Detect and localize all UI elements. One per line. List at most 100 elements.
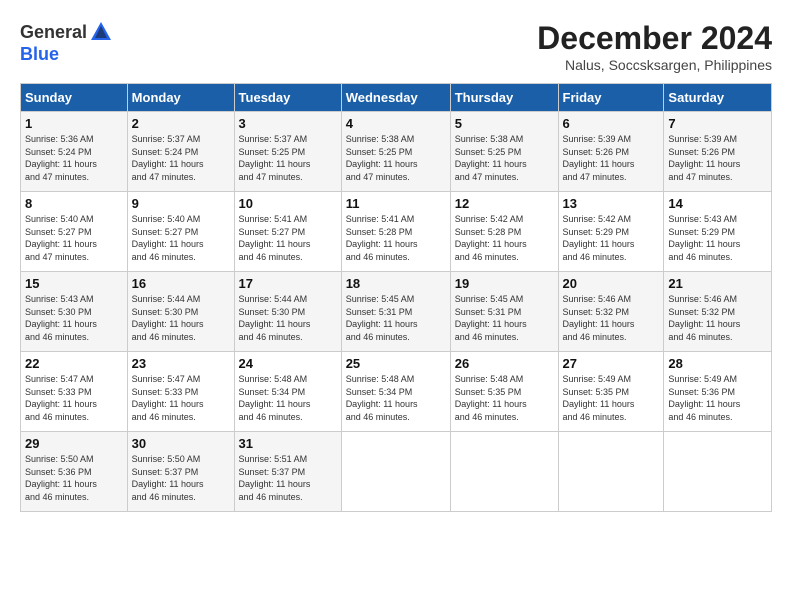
month-title: December 2024 xyxy=(537,20,772,57)
logo-general-text: General xyxy=(20,22,87,43)
week-row-4: 22Sunrise: 5:47 AMSunset: 5:33 PMDayligh… xyxy=(21,352,772,432)
day-number: 16 xyxy=(132,276,230,291)
day-info: Sunrise: 5:45 AMSunset: 5:31 PMDaylight:… xyxy=(346,294,418,342)
day-info: Sunrise: 5:46 AMSunset: 5:32 PMDaylight:… xyxy=(668,294,740,342)
day-number: 27 xyxy=(563,356,660,371)
weekday-header-sunday: Sunday xyxy=(21,84,128,112)
day-info: Sunrise: 5:44 AMSunset: 5:30 PMDaylight:… xyxy=(132,294,204,342)
day-info: Sunrise: 5:45 AMSunset: 5:31 PMDaylight:… xyxy=(455,294,527,342)
day-info: Sunrise: 5:38 AMSunset: 5:25 PMDaylight:… xyxy=(346,134,418,182)
weekday-header-thursday: Thursday xyxy=(450,84,558,112)
day-cell: 31 Sunrise: 5:51 AMSunset: 5:37 PMDayligh… xyxy=(234,432,341,512)
day-cell: 20 Sunrise: 5:46 AMSunset: 5:32 PMDayligh… xyxy=(558,272,664,352)
day-info: Sunrise: 5:48 AMSunset: 5:34 PMDaylight:… xyxy=(346,374,418,422)
day-cell: 30 Sunrise: 5:50 AMSunset: 5:37 PMDayligh… xyxy=(127,432,234,512)
day-info: Sunrise: 5:39 AMSunset: 5:26 PMDaylight:… xyxy=(563,134,635,182)
day-number: 4 xyxy=(346,116,446,131)
day-info: Sunrise: 5:46 AMSunset: 5:32 PMDaylight:… xyxy=(563,294,635,342)
day-number: 23 xyxy=(132,356,230,371)
weekday-header-monday: Monday xyxy=(127,84,234,112)
day-cell: 25 Sunrise: 5:48 AMSunset: 5:34 PMDayligh… xyxy=(341,352,450,432)
day-number: 12 xyxy=(455,196,554,211)
day-number: 19 xyxy=(455,276,554,291)
day-cell: 11 Sunrise: 5:41 AMSunset: 5:28 PMDayligh… xyxy=(341,192,450,272)
day-info: Sunrise: 5:40 AMSunset: 5:27 PMDaylight:… xyxy=(132,214,204,262)
day-info: Sunrise: 5:48 AMSunset: 5:34 PMDaylight:… xyxy=(239,374,311,422)
day-number: 30 xyxy=(132,436,230,451)
weekday-header-friday: Friday xyxy=(558,84,664,112)
day-cell xyxy=(558,432,664,512)
day-info: Sunrise: 5:44 AMSunset: 5:30 PMDaylight:… xyxy=(239,294,311,342)
day-number: 10 xyxy=(239,196,337,211)
day-number: 9 xyxy=(132,196,230,211)
day-info: Sunrise: 5:43 AMSunset: 5:29 PMDaylight:… xyxy=(668,214,740,262)
day-cell: 5Sunrise: 5:38 AMSunset: 5:25 PMDaylight… xyxy=(450,112,558,192)
day-info: Sunrise: 5:40 AMSunset: 5:27 PMDaylight:… xyxy=(25,214,97,262)
day-number: 31 xyxy=(239,436,337,451)
day-cell xyxy=(450,432,558,512)
day-cell: 2Sunrise: 5:37 AMSunset: 5:24 PMDaylight… xyxy=(127,112,234,192)
day-cell: 13 Sunrise: 5:42 AMSunset: 5:29 PMDayligh… xyxy=(558,192,664,272)
weekday-header-wednesday: Wednesday xyxy=(341,84,450,112)
header: General Blue December 2024 Nalus, Soccsk… xyxy=(20,20,772,73)
day-number: 13 xyxy=(563,196,660,211)
weekday-header-row: SundayMondayTuesdayWednesdayThursdayFrid… xyxy=(21,84,772,112)
day-info: Sunrise: 5:41 AMSunset: 5:27 PMDaylight:… xyxy=(239,214,311,262)
day-info: Sunrise: 5:37 AMSunset: 5:24 PMDaylight:… xyxy=(132,134,204,182)
logo-blue-text: Blue xyxy=(20,44,59,65)
day-info: Sunrise: 5:48 AMSunset: 5:35 PMDaylight:… xyxy=(455,374,527,422)
day-info: Sunrise: 5:51 AMSunset: 5:37 PMDaylight:… xyxy=(239,454,311,502)
day-info: Sunrise: 5:38 AMSunset: 5:25 PMDaylight:… xyxy=(455,134,527,182)
day-cell: 23Sunrise: 5:47 AMSunset: 5:33 PMDayligh… xyxy=(127,352,234,432)
week-row-3: 15 Sunrise: 5:43 AMSunset: 5:30 PMDayligh… xyxy=(21,272,772,352)
day-number: 1 xyxy=(25,116,123,131)
day-info: Sunrise: 5:41 AMSunset: 5:28 PMDaylight:… xyxy=(346,214,418,262)
day-number: 11 xyxy=(346,196,446,211)
weekday-header-tuesday: Tuesday xyxy=(234,84,341,112)
week-row-1: 1 Sunrise: 5:36 AMSunset: 5:24 PMDaylight… xyxy=(21,112,772,192)
logo: General Blue xyxy=(20,20,113,65)
day-cell: 18Sunrise: 5:45 AMSunset: 5:31 PMDayligh… xyxy=(341,272,450,352)
day-number: 25 xyxy=(346,356,446,371)
day-info: Sunrise: 5:42 AMSunset: 5:29 PMDaylight:… xyxy=(563,214,635,262)
day-cell: 9 Sunrise: 5:40 AMSunset: 5:27 PMDaylight… xyxy=(127,192,234,272)
day-cell: 29Sunrise: 5:50 AMSunset: 5:36 PMDayligh… xyxy=(21,432,128,512)
day-info: Sunrise: 5:43 AMSunset: 5:30 PMDaylight:… xyxy=(25,294,97,342)
day-info: Sunrise: 5:36 AMSunset: 5:24 PMDaylight:… xyxy=(25,134,97,182)
day-info: Sunrise: 5:50 AMSunset: 5:36 PMDaylight:… xyxy=(25,454,97,502)
week-row-5: 29Sunrise: 5:50 AMSunset: 5:36 PMDayligh… xyxy=(21,432,772,512)
day-cell: 27 Sunrise: 5:49 AMSunset: 5:35 PMDayligh… xyxy=(558,352,664,432)
day-cell: 8 Sunrise: 5:40 AMSunset: 5:27 PMDaylight… xyxy=(21,192,128,272)
day-number: 21 xyxy=(668,276,767,291)
day-number: 14 xyxy=(668,196,767,211)
day-number: 7 xyxy=(668,116,767,131)
day-cell: 4 Sunrise: 5:38 AMSunset: 5:25 PMDaylight… xyxy=(341,112,450,192)
day-cell: 6 Sunrise: 5:39 AMSunset: 5:26 PMDaylight… xyxy=(558,112,664,192)
day-info: Sunrise: 5:50 AMSunset: 5:37 PMDaylight:… xyxy=(132,454,204,502)
day-number: 8 xyxy=(25,196,123,211)
page: General Blue December 2024 Nalus, Soccsk… xyxy=(0,0,792,612)
day-info: Sunrise: 5:39 AMSunset: 5:26 PMDaylight:… xyxy=(668,134,740,182)
day-cell: 22Sunrise: 5:47 AMSunset: 5:33 PMDayligh… xyxy=(21,352,128,432)
day-cell: 15 Sunrise: 5:43 AMSunset: 5:30 PMDayligh… xyxy=(21,272,128,352)
day-cell: 12Sunrise: 5:42 AMSunset: 5:28 PMDayligh… xyxy=(450,192,558,272)
day-number: 28 xyxy=(668,356,767,371)
week-row-2: 8 Sunrise: 5:40 AMSunset: 5:27 PMDaylight… xyxy=(21,192,772,272)
day-cell: 17Sunrise: 5:44 AMSunset: 5:30 PMDayligh… xyxy=(234,272,341,352)
day-cell: 10 Sunrise: 5:41 AMSunset: 5:27 PMDayligh… xyxy=(234,192,341,272)
day-number: 15 xyxy=(25,276,123,291)
day-cell: 24 Sunrise: 5:48 AMSunset: 5:34 PMDayligh… xyxy=(234,352,341,432)
day-cell: 3Sunrise: 5:37 AMSunset: 5:25 PMDaylight… xyxy=(234,112,341,192)
day-cell xyxy=(341,432,450,512)
subtitle: Nalus, Soccsksargen, Philippines xyxy=(537,57,772,73)
day-number: 24 xyxy=(239,356,337,371)
day-number: 6 xyxy=(563,116,660,131)
day-cell: 19 Sunrise: 5:45 AMSunset: 5:31 PMDayligh… xyxy=(450,272,558,352)
day-number: 3 xyxy=(239,116,337,131)
day-info: Sunrise: 5:47 AMSunset: 5:33 PMDaylight:… xyxy=(25,374,97,422)
day-info: Sunrise: 5:49 AMSunset: 5:35 PMDaylight:… xyxy=(563,374,635,422)
day-number: 20 xyxy=(563,276,660,291)
day-number: 26 xyxy=(455,356,554,371)
logo-icon xyxy=(89,20,113,44)
day-info: Sunrise: 5:49 AMSunset: 5:36 PMDaylight:… xyxy=(668,374,740,422)
